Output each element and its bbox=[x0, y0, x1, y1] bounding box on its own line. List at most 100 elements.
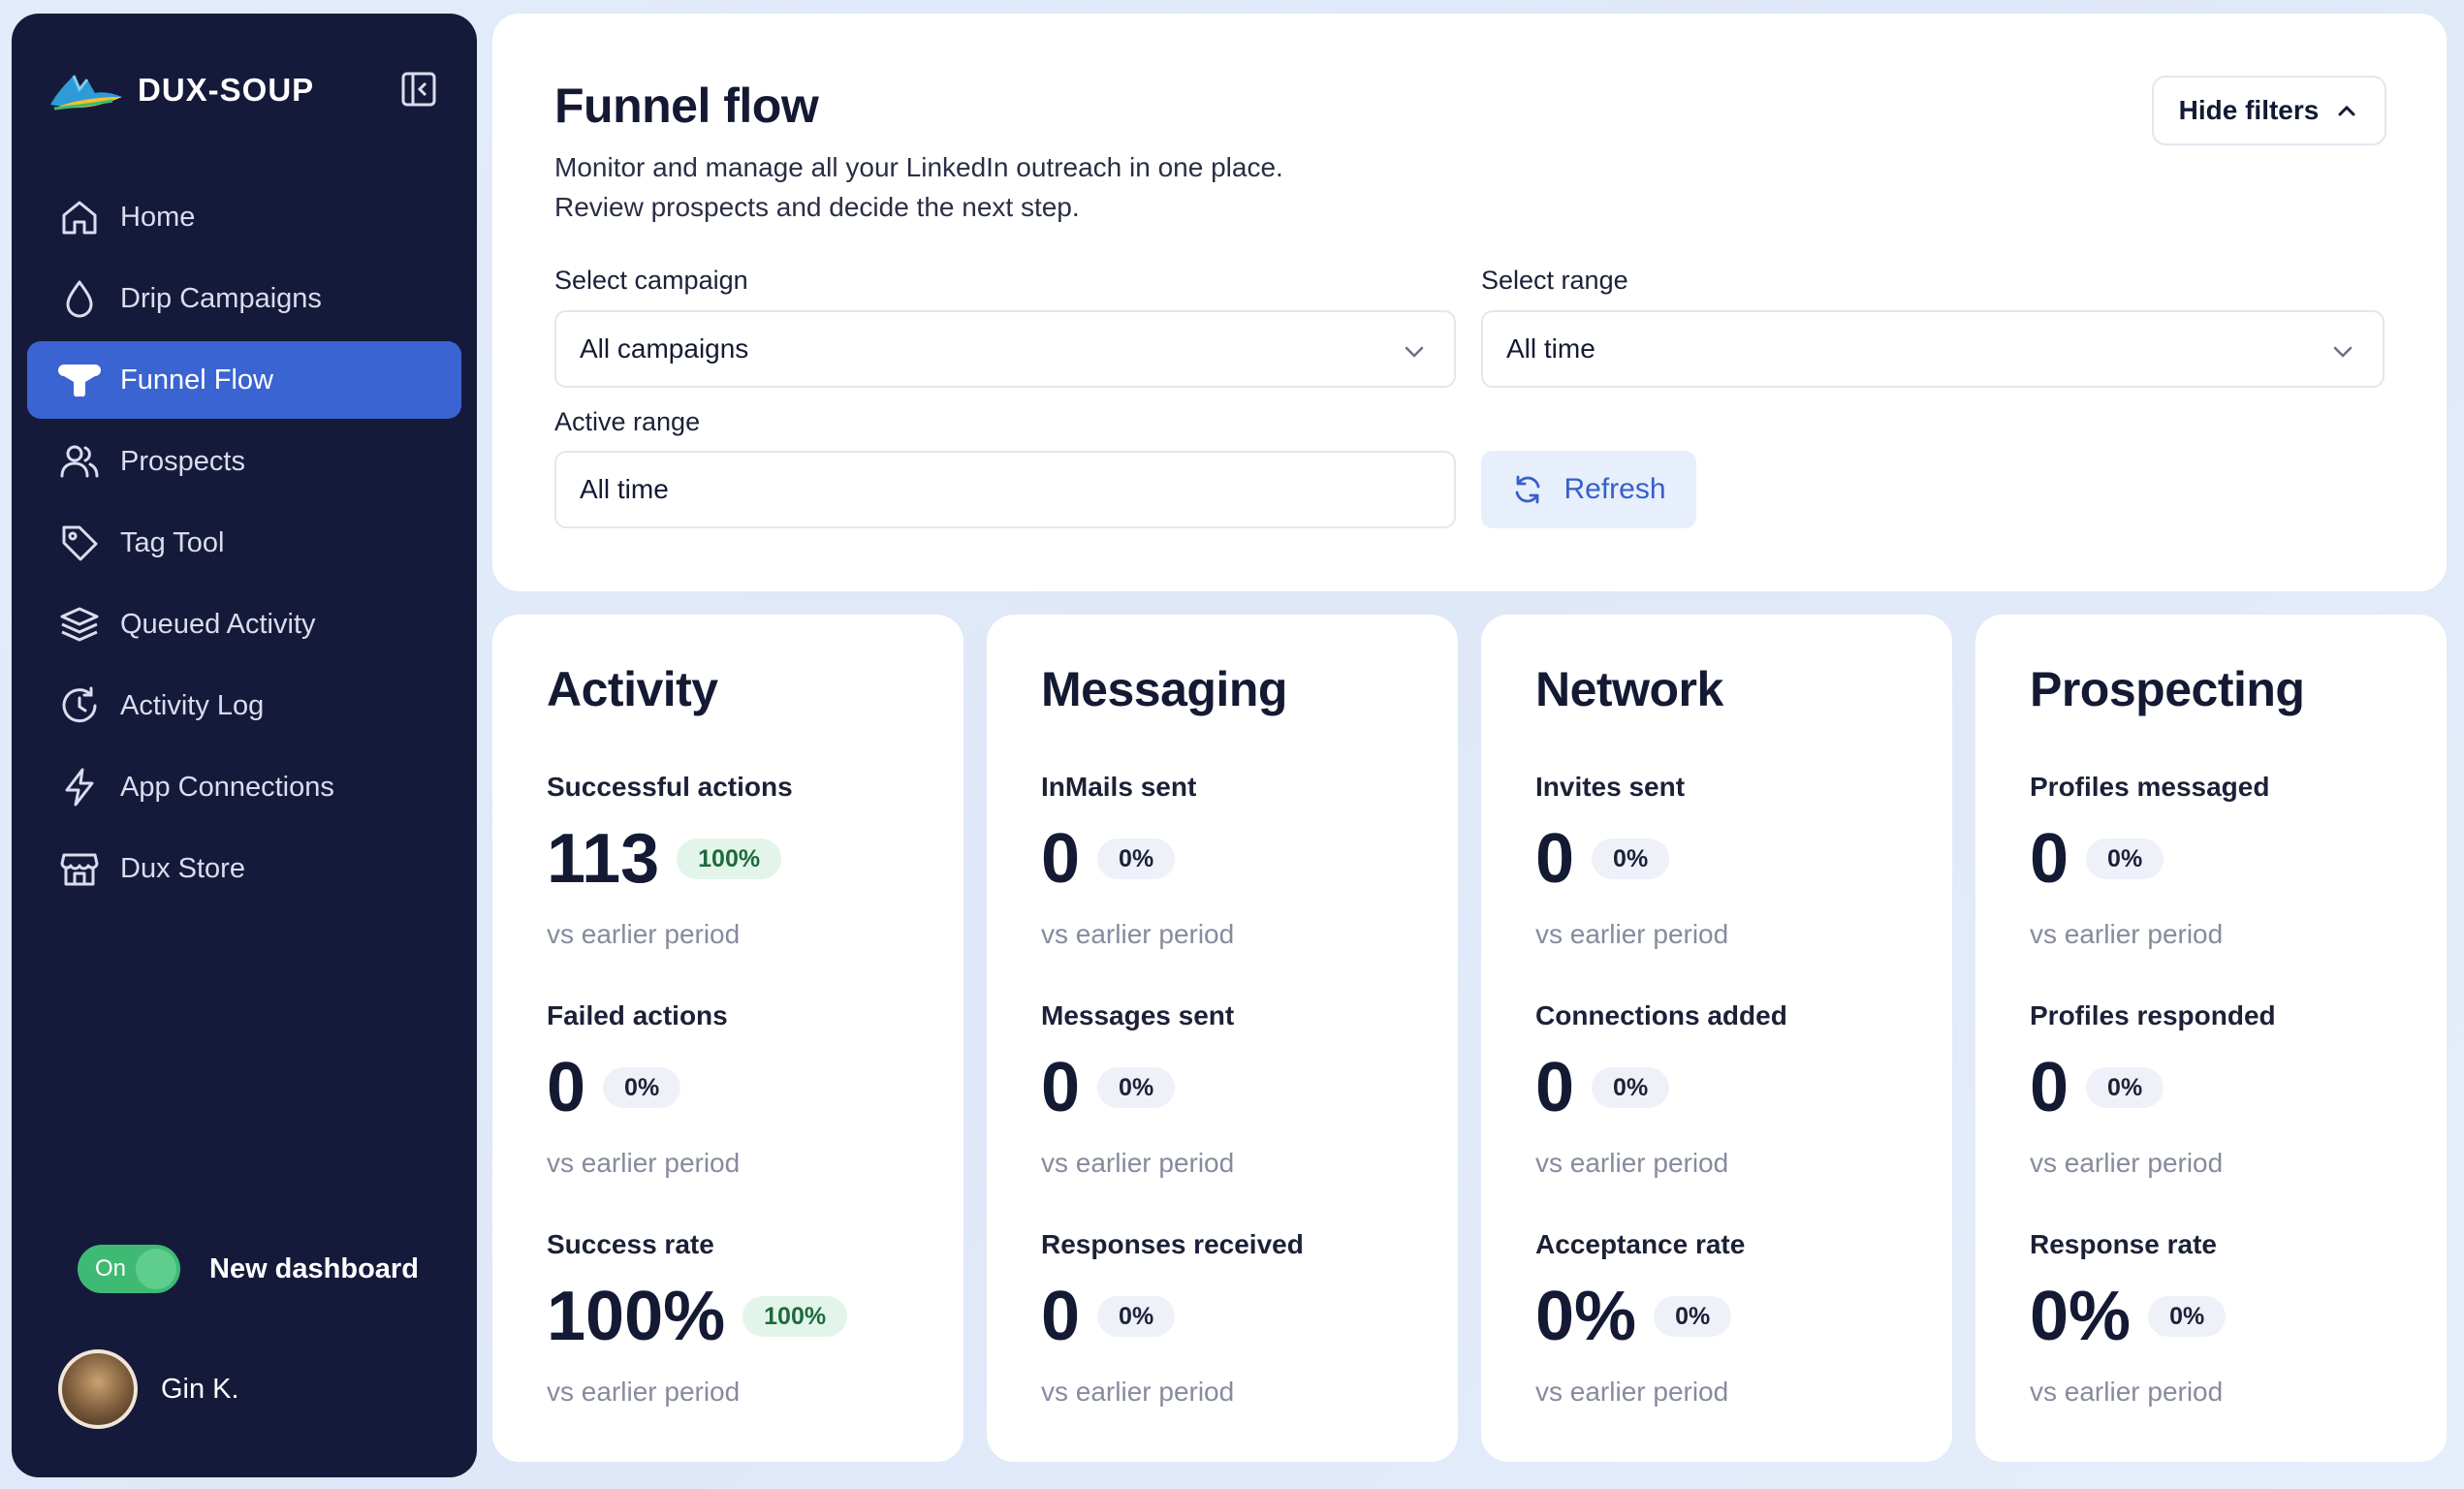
subtitle-line-1: Monitor and manage all your LinkedIn out… bbox=[554, 152, 1283, 182]
users-icon bbox=[60, 445, 99, 478]
sidebar-item-dux-store[interactable]: Dux Store bbox=[27, 830, 461, 907]
sidebar-item-label: Queued Activity bbox=[120, 608, 316, 640]
messaging-card: Messaging InMails sent 0 0% vs earlier pe… bbox=[987, 615, 1458, 1462]
toggle-knob bbox=[136, 1249, 176, 1289]
card-title: Activity bbox=[547, 662, 718, 716]
metric-comparison: vs earlier period bbox=[2030, 1377, 2224, 1407]
refresh-icon bbox=[1516, 475, 1540, 504]
change-badge: 100% bbox=[742, 1296, 848, 1337]
user-profile[interactable]: Gin K. bbox=[58, 1349, 239, 1429]
metric-value: 0 bbox=[2030, 1049, 2069, 1126]
change-badge: 0% bbox=[1592, 1067, 1670, 1108]
avatar bbox=[58, 1349, 138, 1429]
metric-invites-sent: Invites sent 0 0% vs earlier period bbox=[1535, 772, 1943, 950]
store-icon bbox=[60, 853, 99, 886]
refresh-label: Refresh bbox=[1564, 473, 1666, 505]
new-dashboard-label: New dashboard bbox=[209, 1252, 419, 1284]
duck-logo-icon bbox=[50, 75, 122, 111]
metric-value: 0 bbox=[547, 1049, 586, 1126]
campaign-select-value: All campaigns bbox=[580, 333, 749, 364]
sidebar-item-tag-tool[interactable]: Tag Tool bbox=[27, 504, 461, 582]
collapse-sidebar-icon[interactable] bbox=[397, 68, 440, 111]
change-badge: 0% bbox=[2148, 1296, 2227, 1337]
filter-panel: Funnel flow Monitor and manage all your … bbox=[492, 14, 2447, 591]
sidebar-item-queued-activity[interactable]: Queued Activity bbox=[27, 586, 461, 663]
sidebar-item-label: Prospects bbox=[120, 445, 245, 477]
metric-label: Invites sent bbox=[1535, 772, 1686, 802]
metric-comparison: vs earlier period bbox=[1041, 919, 1235, 949]
metric-label: Acceptance rate bbox=[1535, 1229, 1746, 1259]
metric-responses-received: Responses received 0 0% vs earlier period bbox=[1041, 1229, 1448, 1408]
change-badge: 0% bbox=[1654, 1296, 1732, 1337]
sidebar-item-label: Dux Store bbox=[120, 852, 245, 884]
page-subtitle: Monitor and manage all your LinkedIn out… bbox=[554, 147, 1283, 227]
change-badge: 0% bbox=[1097, 1296, 1176, 1337]
change-badge: 0% bbox=[603, 1067, 681, 1108]
refresh-button[interactable]: Refresh bbox=[1481, 451, 1696, 528]
metric-comparison: vs earlier period bbox=[2030, 1148, 2224, 1178]
metric-successful-actions: Successful actions 113 100% vs earlier pe… bbox=[547, 772, 954, 950]
metric-value: 0 bbox=[1535, 820, 1575, 898]
new-dashboard-toggle[interactable]: On bbox=[78, 1245, 180, 1293]
campaign-select[interactable]: All campaigns bbox=[554, 310, 1456, 388]
sidebar-item-drip-campaigns[interactable]: Drip Campaigns bbox=[27, 260, 461, 337]
card-title: Network bbox=[1535, 662, 1723, 716]
chevron-up-icon bbox=[2338, 105, 2355, 116]
user-name: Gin K. bbox=[161, 1373, 239, 1405]
tag-icon bbox=[62, 525, 98, 561]
metric-label: Responses received bbox=[1041, 1229, 1304, 1259]
sidebar-item-app-connections[interactable]: App Connections bbox=[27, 748, 461, 826]
sidebar-item-activity-log[interactable]: Activity Log bbox=[27, 667, 461, 744]
sidebar: DUX-SOUP Home Drip Campaigns Funnel Flow bbox=[12, 14, 477, 1477]
active-range-input[interactable]: All time bbox=[554, 451, 1456, 528]
metric-label: Success rate bbox=[547, 1229, 714, 1259]
metric-comparison: vs earlier period bbox=[547, 919, 741, 949]
change-badge: 0% bbox=[1097, 839, 1176, 879]
metric-comparison: vs earlier period bbox=[1535, 919, 1729, 949]
metric-response-rate: Response rate 0% 0% vs earlier period bbox=[2030, 1229, 2437, 1408]
metric-value: 0 bbox=[2030, 820, 2069, 898]
metric-profiles-responded: Profiles responded 0 0% vs earlier period bbox=[2030, 1000, 2437, 1179]
network-card: Network Invites sent 0 0% vs earlier peri… bbox=[1481, 615, 1952, 1462]
metric-profiles-messaged: Profiles messaged 0 0% vs earlier period bbox=[2030, 772, 2437, 950]
range-select[interactable]: All time bbox=[1481, 310, 2385, 388]
sidebar-item-label: Activity Log bbox=[120, 689, 265, 721]
change-badge: 0% bbox=[2086, 839, 2164, 879]
campaign-label: Select campaign bbox=[554, 266, 748, 295]
brand[interactable]: DUX-SOUP bbox=[45, 62, 314, 118]
drop-icon bbox=[66, 280, 93, 318]
change-badge: 0% bbox=[1592, 839, 1670, 879]
card-title: Messaging bbox=[1041, 662, 1287, 716]
toggle-state: On bbox=[95, 1255, 127, 1282]
change-badge: 0% bbox=[1097, 1067, 1176, 1108]
sidebar-item-home[interactable]: Home bbox=[27, 178, 461, 256]
metric-inmails-sent: InMails sent 0 0% vs earlier period bbox=[1041, 772, 1448, 950]
range-select-value: All time bbox=[1506, 333, 1595, 364]
funnel-icon bbox=[58, 364, 101, 397]
metric-acceptance-rate: Acceptance rate 0% 0% vs earlier period bbox=[1535, 1229, 1943, 1408]
metric-value: 0 bbox=[1041, 820, 1081, 898]
sidebar-item-label: App Connections bbox=[120, 771, 334, 803]
sidebar-item-label: Home bbox=[120, 201, 196, 233]
metric-label: Profiles messaged bbox=[2030, 772, 2270, 802]
sidebar-item-prospects[interactable]: Prospects bbox=[27, 423, 461, 500]
range-label: Select range bbox=[1481, 266, 1628, 295]
sidebar-item-funnel-flow[interactable]: Funnel Flow bbox=[27, 341, 461, 419]
page-title: Funnel flow bbox=[554, 79, 819, 133]
activity-card: Activity Successful actions 113 100% vs e… bbox=[492, 615, 963, 1462]
card-title: Prospecting bbox=[2030, 662, 2305, 716]
metric-comparison: vs earlier period bbox=[1535, 1148, 1729, 1178]
metric-label: Response rate bbox=[2030, 1229, 2217, 1259]
metric-label: Connections added bbox=[1535, 1000, 1787, 1030]
metric-value: 0% bbox=[1535, 1278, 1637, 1355]
metric-comparison: vs earlier period bbox=[1041, 1377, 1235, 1407]
metric-success-rate: Success rate 100% 100% vs earlier period bbox=[547, 1229, 954, 1408]
active-range-label: Active range bbox=[554, 407, 701, 436]
sidebar-nav: Home Drip Campaigns Funnel Flow Prospect… bbox=[27, 178, 461, 911]
metric-value: 100% bbox=[547, 1278, 726, 1355]
subtitle-line-2: Review prospects and decide the next ste… bbox=[554, 192, 1080, 222]
chevron-down-icon bbox=[2333, 346, 2353, 358]
metric-comparison: vs earlier period bbox=[1041, 1148, 1235, 1178]
hide-filters-button[interactable]: Hide filters bbox=[2152, 76, 2386, 145]
metric-label: Successful actions bbox=[547, 772, 793, 802]
